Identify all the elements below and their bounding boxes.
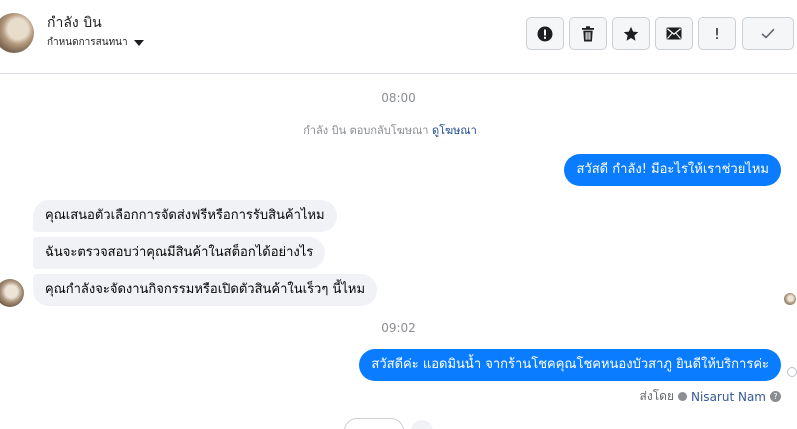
timestamp: 09:02 xyxy=(381,321,416,335)
meta-icon xyxy=(678,392,687,401)
follow-up-button[interactable]: ! xyxy=(698,17,736,50)
mark-unread-button[interactable] xyxy=(655,17,693,50)
contact-name[interactable]: กำลัง บิน xyxy=(47,12,102,34)
contact-avatar[interactable] xyxy=(0,13,34,53)
conversation-toolbar: ! xyxy=(526,17,794,50)
sent-by-label: ส่งโดย xyxy=(639,389,674,403)
incoming-message[interactable]: ฉันจะตรวจสอบว่าคุณมีสินค้าในสต็อกได้อย่า… xyxy=(33,237,326,269)
ad-reply-notice: กำลัง บิน ตอบกลับโฆษณา ดูโฆษณา xyxy=(0,121,780,139)
star-icon xyxy=(623,26,639,41)
trash-icon xyxy=(582,25,594,41)
outgoing-message[interactable]: สวัสดีค่ะ แอดมินน้ำ จากร้านโชคคุณโชคหนอง… xyxy=(359,349,781,381)
caret-down-icon xyxy=(133,40,144,46)
alert-circle-icon xyxy=(537,26,553,41)
conversation-header: กำลัง บิน กำหนดการสนทนา ! xyxy=(0,0,797,74)
exclamation-icon: ! xyxy=(713,24,720,43)
incoming-message[interactable]: คุณกำลังจะจัดงานกิจกรรมหรือเปิดตัวสินค้า… xyxy=(33,274,378,306)
ad-reply-text: กำลัง บิน ตอบกลับโฆษณา xyxy=(303,124,429,137)
delete-button[interactable] xyxy=(569,17,607,50)
checkmark-icon xyxy=(761,28,775,39)
view-ad-link[interactable]: ดูโฆษณา xyxy=(432,124,477,137)
envelope-icon xyxy=(666,27,682,40)
quick-reply-pill[interactable] xyxy=(344,418,404,429)
sender-avatar xyxy=(0,279,24,307)
star-button[interactable] xyxy=(612,17,650,50)
help-icon[interactable]: ? xyxy=(770,391,781,402)
sent-by-line: ส่งโดย Nisarut Nam ? xyxy=(640,387,781,406)
more-options-button[interactable] xyxy=(411,420,433,429)
sent-status-icon xyxy=(787,367,797,377)
spam-button[interactable] xyxy=(526,17,564,50)
conversation-label-text: กำหนดการสนทนา xyxy=(47,37,128,48)
incoming-message[interactable]: คุณเสนอตัวเลือกการจัดส่งฟรีหรือการรับสิน… xyxy=(33,200,337,232)
outgoing-message[interactable]: สวัสดี กำลัง! มีอะไรให้เราช่วยไหม xyxy=(564,154,781,186)
timestamp: 08:00 xyxy=(381,91,416,105)
seen-indicator-avatar xyxy=(784,293,796,305)
mark-done-button[interactable] xyxy=(742,17,794,50)
conversation-label-dropdown[interactable]: กำหนดการสนทนา xyxy=(47,35,144,50)
sent-by-name[interactable]: Nisarut Nam xyxy=(691,390,766,404)
